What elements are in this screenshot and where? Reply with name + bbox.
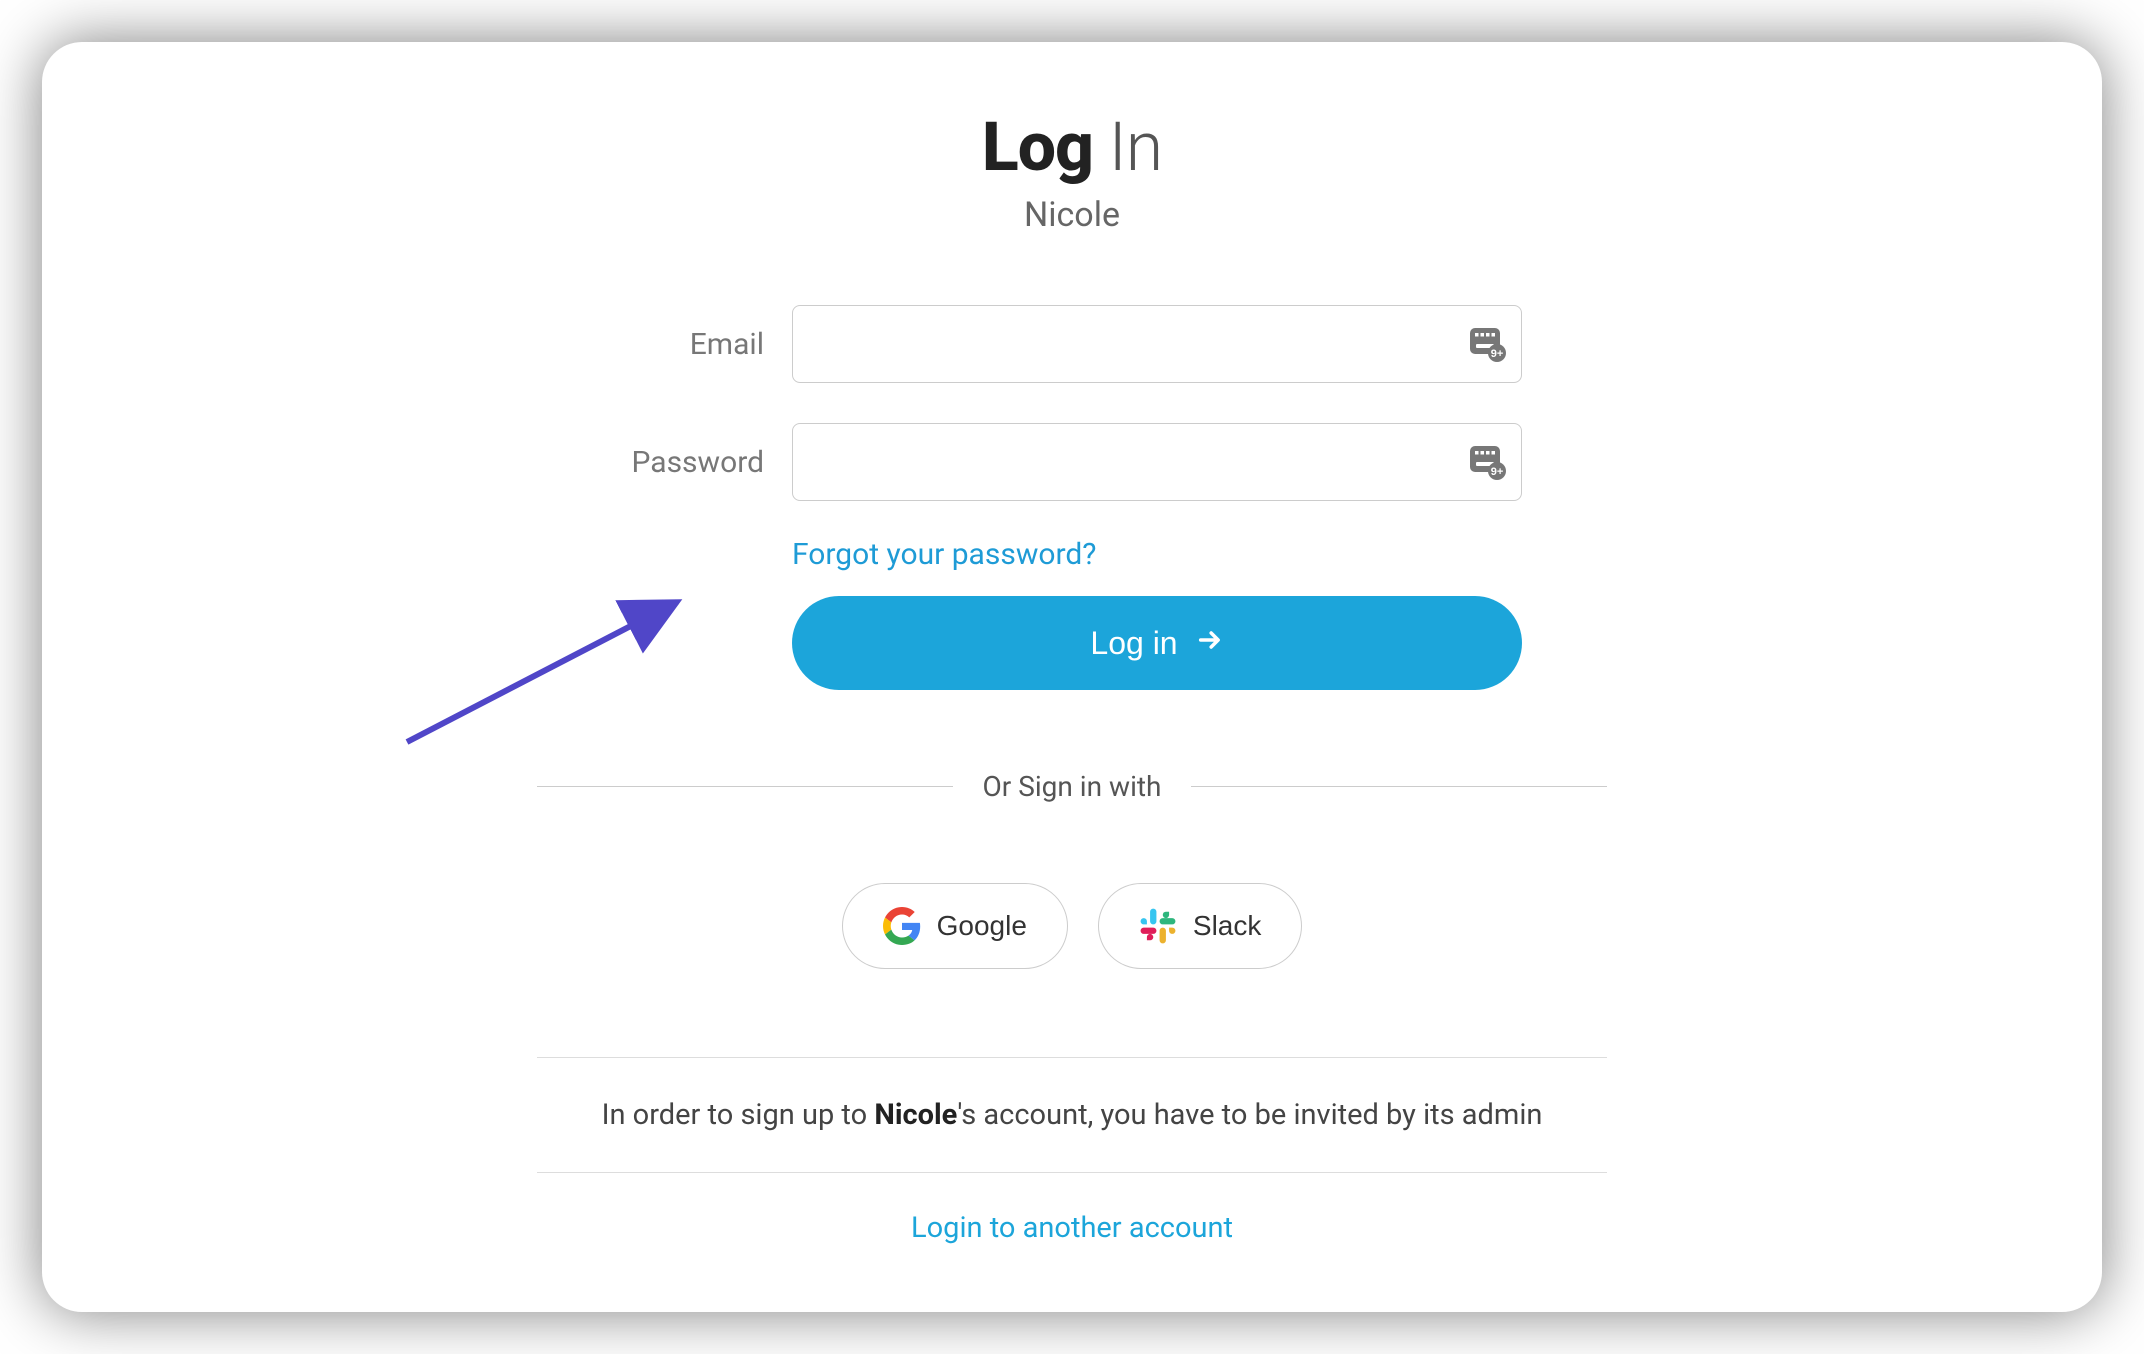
forgot-password-link[interactable]: Forgot your password? [792, 537, 1096, 572]
sso-divider: Or Sign in with [537, 770, 1607, 803]
divider-text: Or Sign in with [983, 770, 1162, 803]
invite-notice: In order to sign up to Nicole's account,… [537, 1058, 1607, 1173]
account-name-subtitle: Nicole [42, 195, 2102, 235]
google-sso-label: Google [937, 910, 1027, 942]
another-account-row: Login to another account [537, 1173, 1607, 1283]
email-row: Email 9+ [622, 305, 1522, 383]
footer: In order to sign up to Nicole's account,… [537, 1057, 1607, 1283]
password-row: Password 9+ [622, 423, 1522, 501]
google-sso-button[interactable]: Google [842, 883, 1068, 969]
login-card: Log In Nicole Email 9+ [42, 42, 2102, 1312]
title-light: In [1093, 107, 1162, 187]
login-button[interactable]: Log in [792, 596, 1522, 690]
invite-account-name: Nicole [874, 1098, 957, 1132]
invite-suffix: 's account, you have to be invited by it… [957, 1098, 1542, 1132]
page-title: Log In [42, 107, 2102, 187]
email-label: Email [622, 327, 792, 362]
forgot-password-row: Forgot your password? [792, 537, 1522, 572]
email-input[interactable] [792, 305, 1522, 383]
slack-icon [1139, 907, 1177, 945]
google-icon [883, 907, 921, 945]
arrow-right-icon [1196, 625, 1224, 662]
email-input-wrap: 9+ [792, 305, 1522, 383]
slack-sso-button[interactable]: Slack [1098, 883, 1302, 969]
divider-line-left [537, 786, 953, 787]
login-form: Email 9+ Password [622, 305, 1522, 690]
sso-buttons: Google Slack [42, 883, 2102, 969]
password-label: Password [622, 445, 792, 480]
login-another-account-link[interactable]: Login to another account [911, 1211, 1233, 1245]
password-input[interactable] [792, 423, 1522, 501]
slack-sso-label: Slack [1193, 910, 1261, 942]
title-bold: Log [982, 107, 1093, 187]
invite-prefix: In order to sign up to [602, 1098, 875, 1132]
autofill-icon[interactable]: 9+ [1470, 326, 1506, 362]
autofill-icon[interactable]: 9+ [1470, 444, 1506, 480]
login-button-label: Log in [1090, 625, 1177, 662]
password-input-wrap: 9+ [792, 423, 1522, 501]
divider-line-right [1191, 786, 1607, 787]
svg-text:9+: 9+ [1491, 466, 1504, 478]
svg-text:9+: 9+ [1491, 348, 1504, 360]
